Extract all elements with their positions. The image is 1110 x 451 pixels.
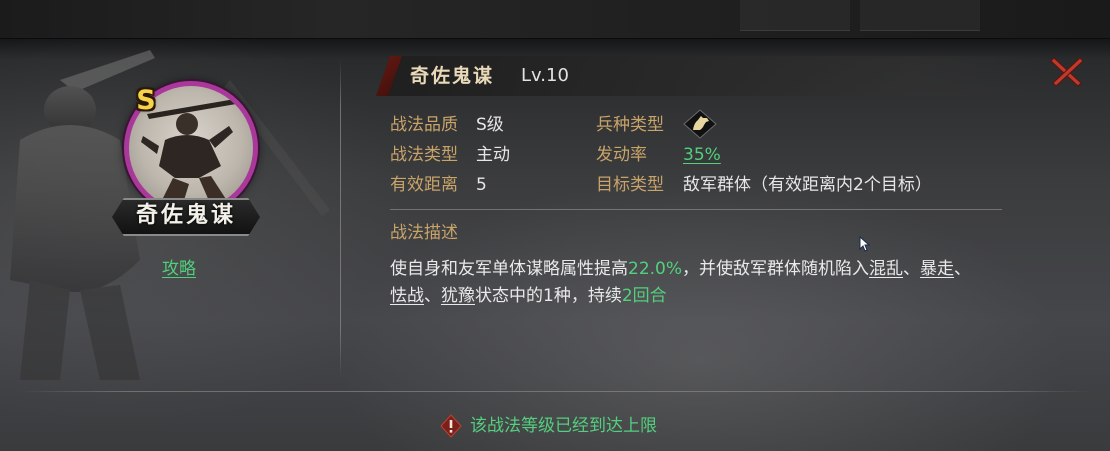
quality-label: 战法品质	[390, 115, 458, 135]
status-link-rampage[interactable]: 暴走	[920, 259, 954, 279]
attribute-boost-value: 22.0%	[628, 259, 683, 279]
target-type-value: 敌军群体（有效距离内2个目标）	[683, 175, 932, 195]
background-top-strip	[0, 0, 1110, 39]
skill-title: 奇佐鬼谋	[410, 65, 495, 87]
status-link-fear[interactable]: 怯战	[390, 286, 424, 306]
background-tab-ghost	[740, 0, 850, 31]
max-level-message: 该战法等级已经到达上限	[470, 416, 657, 436]
description-part: ，并使敌军群体随机陷入	[682, 259, 870, 279]
background-tab-ghost	[860, 0, 980, 31]
mouse-cursor-icon	[859, 236, 871, 252]
description-part: 使自身和友军单体谋略属性提高	[390, 259, 628, 279]
skill-name-banner: 奇佐鬼谋	[112, 196, 260, 236]
range-value: 5	[476, 175, 487, 195]
status-link-hesitation[interactable]: 犹豫	[441, 286, 475, 306]
footer-divider	[20, 391, 1090, 392]
skill-level: Lv.10	[521, 65, 569, 86]
section-divider	[390, 209, 1002, 210]
vertical-divider	[340, 60, 341, 376]
warning-icon	[440, 414, 462, 438]
separator: 、	[903, 259, 921, 279]
description-part: 状态中的1种，持续	[475, 286, 622, 306]
type-label: 战法类型	[390, 145, 458, 165]
type-value: 主动	[476, 145, 510, 165]
trigger-rate-label: 发动率	[596, 145, 647, 165]
separator: 、	[954, 259, 972, 279]
grade-badge: S	[136, 85, 156, 116]
skill-detail-screen: S 奇佐鬼谋 攻略 奇佐鬼谋 Lv.10 战法品质 S级 战法类型 主动 有效距…	[0, 0, 1110, 451]
skill-banner-name: 奇佐鬼谋	[135, 202, 236, 228]
troop-type-label: 兵种类型	[596, 115, 664, 135]
close-button[interactable]	[1048, 54, 1086, 88]
target-type-label: 目标类型	[596, 175, 664, 195]
separator: 、	[424, 286, 441, 306]
status-link-confusion[interactable]: 混乱	[869, 259, 903, 279]
strategy-guide-link[interactable]: 攻略	[162, 257, 212, 281]
cavalry-horse-icon	[683, 109, 717, 139]
close-icon	[1050, 57, 1084, 87]
description-heading: 战法描述	[390, 223, 458, 243]
title-accent	[376, 56, 402, 96]
quality-value: S级	[476, 115, 504, 135]
trigger-rate-value[interactable]: 35%	[683, 142, 721, 168]
duration-value: 2回合	[621, 286, 667, 306]
range-label: 有效距离	[390, 175, 458, 195]
description-text: 使自身和友军单体谋略属性提高22.0%，并使敌军群体随机陷入混乱、暴走、 怯战、犹…	[390, 256, 1010, 310]
